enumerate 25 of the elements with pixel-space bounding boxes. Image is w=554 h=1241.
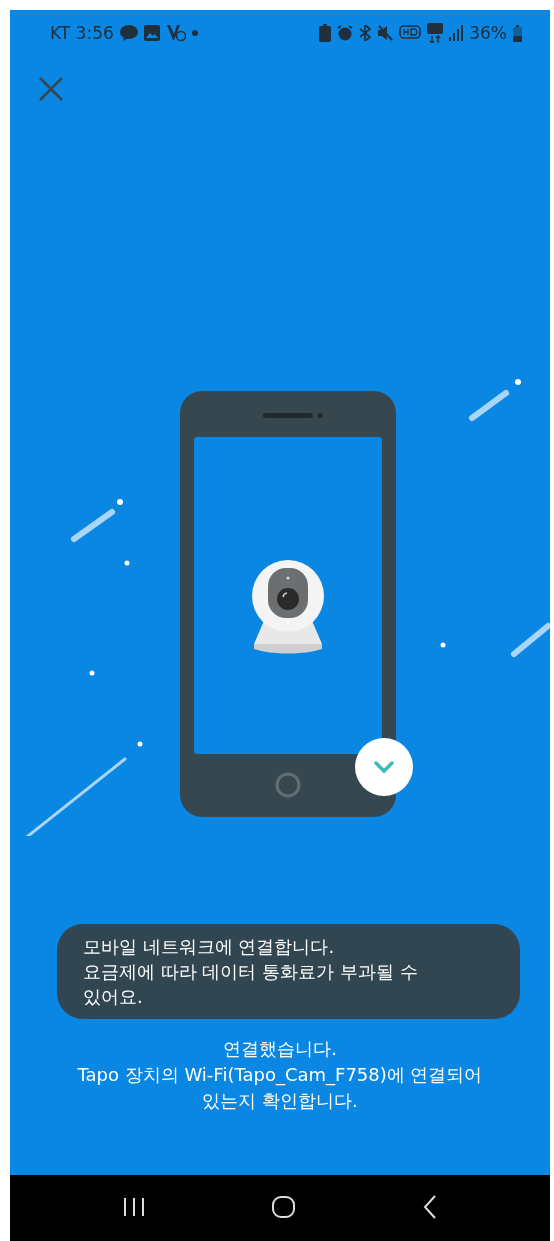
sparkle-dot [515,379,521,385]
status-title: 연결했습니다. [223,1037,337,1061]
chat-bubble-icon [119,25,138,41]
dot-icon [191,30,198,36]
sparkle-dot [89,670,95,676]
streak-line [511,623,550,657]
sparkle-dot [440,642,446,648]
status-time: KT 3:56 [50,23,114,43]
alarm-icon [337,25,354,41]
battery-percent: 36% [469,23,507,43]
hd-call-icon [399,25,422,41]
instruction-text: Tapo 장치의 Wi-Fi(Tapo_Cam_F758)에 연결되어 있는지 확인합니다. [76,1063,484,1113]
toast-message: 모바일 네트워크에 연결합니다. 요금제에 따라 데이터 통화료가 부과될 수 있어요. [83,935,419,1009]
sparkle-dot [117,499,123,505]
sparkle-dot [137,741,143,747]
streak-line [71,509,115,542]
bluetooth-icon [359,25,372,41]
sparkle-dot [124,560,130,566]
signal-icon [449,25,464,41]
battery-icon [513,24,522,42]
streak-line [469,390,509,421]
check-badge-icon [355,738,413,796]
mute-icon [377,25,394,41]
image-icon [143,25,160,41]
battery-saver-icon [319,24,332,42]
